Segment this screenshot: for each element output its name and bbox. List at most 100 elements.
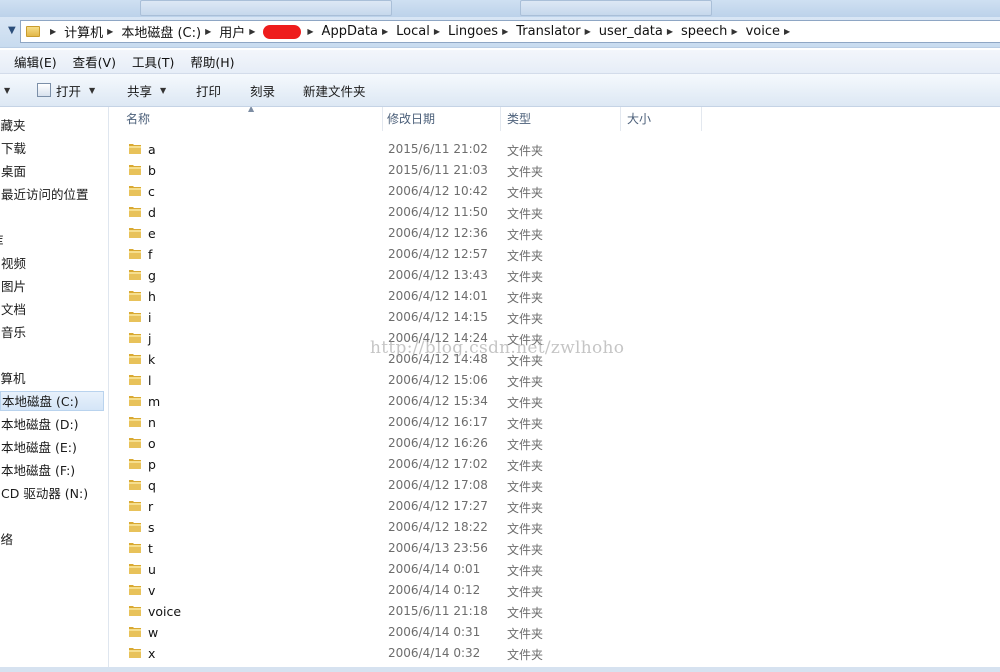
folder-icon (129, 228, 141, 238)
column-header-modified[interactable]: 修改日期 (379, 107, 501, 131)
breadcrumb-speech[interactable]: speech ▶ (681, 20, 746, 43)
folder-icon (129, 165, 141, 175)
nav-libraries[interactable]: 库 (0, 231, 4, 251)
nav-downloads[interactable]: 下载 (1, 139, 26, 159)
breadcrumb-appdata[interactable]: AppData ▶ (322, 20, 397, 43)
open-button[interactable]: 打开 ▼ (37, 81, 95, 99)
breadcrumb-chevron-icon[interactable]: ▶ (434, 27, 440, 36)
table-row[interactable]: o 2006/4/12 16:26 文件夹 (109, 433, 1000, 454)
breadcrumb-user-data[interactable]: user_data ▶ (599, 20, 681, 43)
open-icon (37, 83, 51, 97)
table-row[interactable]: voice 2015/6/11 21:18 文件夹 (109, 601, 1000, 622)
breadcrumb-users[interactable]: 用户 ▶ (219, 20, 263, 43)
table-row[interactable]: n 2006/4/12 16:17 文件夹 (109, 412, 1000, 433)
window-bottom-edge (0, 667, 1000, 672)
nav-favorites[interactable]: 收藏夹 (0, 116, 26, 136)
menu-help[interactable]: 帮助(H) (190, 52, 234, 71)
file-name: a (148, 142, 156, 157)
file-modified-date: 2006/4/13 23:56 (388, 541, 488, 555)
file-name: w (148, 625, 159, 640)
folder-icon (129, 564, 141, 574)
table-row[interactable]: m 2006/4/12 15:34 文件夹 (109, 391, 1000, 412)
nav-music[interactable]: 音乐 (1, 323, 26, 343)
breadcrumb-chevron-icon[interactable]: ▶ (784, 27, 790, 36)
breadcrumb-lingoes[interactable]: Lingoes ▶ (448, 20, 516, 43)
nav-network[interactable]: 网络 (0, 530, 13, 550)
nav-drive-f[interactable]: 本地磁盘 (F:) (1, 461, 75, 481)
breadcrumb-voice[interactable]: voice ▶ (746, 20, 799, 43)
burn-button[interactable]: 刻录 (250, 81, 275, 99)
nav-videos[interactable]: 视频 (1, 254, 26, 274)
table-row[interactable]: c 2006/4/12 10:42 文件夹 (109, 181, 1000, 202)
column-header-type[interactable]: 类型 (499, 107, 621, 131)
breadcrumb-chevron-icon[interactable]: ▶ (50, 27, 56, 36)
table-row[interactable]: d 2006/4/12 11:50 文件夹 (109, 202, 1000, 223)
table-row[interactable]: l 2006/4/12 15:06 文件夹 (109, 370, 1000, 391)
table-row[interactable]: g 2006/4/12 13:43 文件夹 (109, 265, 1000, 286)
table-row[interactable]: b 2015/6/11 21:03 文件夹 (109, 160, 1000, 181)
breadcrumb-local[interactable]: Local ▶ (396, 20, 448, 43)
table-row[interactable]: w 2006/4/14 0:31 文件夹 (109, 622, 1000, 643)
breadcrumb-computer[interactable]: 计算机 ▶ (64, 20, 121, 43)
folder-icon (129, 438, 141, 448)
file-modified-date: 2006/4/14 0:32 (388, 646, 481, 660)
nav-pictures[interactable]: 图片 (1, 277, 26, 297)
breadcrumb-username-redacted[interactable]: ▶ (263, 20, 321, 43)
table-row[interactable]: q 2006/4/12 17:08 文件夹 (109, 475, 1000, 496)
breadcrumb-chevron-icon[interactable]: ▶ (667, 27, 673, 36)
breadcrumb-chevron-icon[interactable]: ▶ (249, 27, 255, 36)
column-header-name[interactable]: 名称 (118, 107, 383, 131)
nav-drive-e[interactable]: 本地磁盘 (E:) (1, 438, 77, 458)
breadcrumb-translator[interactable]: Translator ▶ (516, 20, 598, 43)
menu-edit[interactable]: 编辑(E) (14, 52, 57, 71)
file-name: l (148, 373, 152, 388)
nav-recent-places[interactable]: 最近访问的位置 (1, 185, 89, 205)
file-type: 文件夹 (507, 438, 544, 452)
table-row[interactable]: u 2006/4/14 0:01 文件夹 (109, 559, 1000, 580)
table-row[interactable]: p 2006/4/12 17:02 文件夹 (109, 454, 1000, 475)
column-header-size[interactable]: 大小 (619, 107, 702, 131)
recent-pages-dropdown-icon[interactable]: ▼ (8, 26, 18, 36)
table-row[interactable]: f 2006/4/12 12:57 文件夹 (109, 244, 1000, 265)
share-button[interactable]: 共享 ▼ (127, 81, 166, 99)
breadcrumb-chevron-icon[interactable]: ▶ (107, 27, 113, 36)
table-row[interactable]: a 2015/6/11 21:02 文件夹 (109, 139, 1000, 160)
breadcrumb-drive-c[interactable]: 本地磁盘 (C:) ▶ (121, 20, 219, 43)
address-row: ▼ ▶ 计算机 ▶ 本地磁盘 (C:) ▶ 用户 ▶ ▶ AppData ▶ L… (0, 17, 1000, 48)
breadcrumb-chevron-icon[interactable]: ▶ (382, 27, 388, 36)
address-bar[interactable]: ▶ 计算机 ▶ 本地磁盘 (C:) ▶ 用户 ▶ ▶ AppData ▶ Loc… (20, 20, 1000, 43)
menu-view[interactable]: 查看(V) (73, 52, 116, 71)
file-type: 文件夹 (507, 627, 544, 641)
table-row[interactable]: e 2006/4/12 12:36 文件夹 (109, 223, 1000, 244)
file-modified-date: 2006/4/12 18:22 (388, 520, 488, 534)
table-row[interactable]: r 2006/4/12 17:27 文件夹 (109, 496, 1000, 517)
nav-drive-d[interactable]: 本地磁盘 (D:) (1, 415, 79, 435)
file-modified-date: 2006/4/12 15:34 (388, 394, 488, 408)
menu-tools[interactable]: 工具(T) (132, 52, 174, 71)
table-row[interactable]: t 2006/4/13 23:56 文件夹 (109, 538, 1000, 559)
print-button[interactable]: 打印 (196, 81, 221, 99)
nav-computer[interactable]: 计算机 (0, 369, 26, 389)
table-row[interactable]: i 2006/4/12 14:15 文件夹 (109, 307, 1000, 328)
breadcrumb-chevron-icon[interactable]: ▶ (205, 27, 211, 36)
nav-drive-c[interactable]: 本地磁盘 (C:) (0, 391, 104, 411)
file-type: 文件夹 (507, 144, 544, 158)
file-modified-date: 2006/4/14 0:12 (388, 583, 481, 597)
folder-icon (129, 543, 141, 553)
table-row[interactable]: v 2006/4/14 0:12 文件夹 (109, 580, 1000, 601)
breadcrumb-chevron-icon[interactable]: ▶ (731, 27, 737, 36)
breadcrumb-chevron-icon[interactable]: ▶ (585, 27, 591, 36)
chevron-down-icon: ▼ (89, 85, 96, 95)
table-row[interactable]: x 2006/4/14 0:32 文件夹 (109, 643, 1000, 664)
file-type: 文件夹 (507, 606, 544, 620)
new-folder-button[interactable]: 新建文件夹 (303, 81, 366, 99)
nav-desktop[interactable]: 桌面 (1, 162, 26, 182)
breadcrumb-chevron-icon[interactable]: ▶ (502, 27, 508, 36)
nav-documents[interactable]: 文档 (1, 300, 26, 320)
folder-icon (129, 270, 141, 280)
nav-drive-n[interactable]: CD 驱动器 (N:) (1, 484, 88, 504)
table-row[interactable]: h 2006/4/12 14:01 文件夹 (109, 286, 1000, 307)
table-row[interactable]: s 2006/4/12 18:22 文件夹 (109, 517, 1000, 538)
organize-dropdown[interactable]: ▼ (0, 81, 10, 99)
breadcrumb-chevron-icon[interactable]: ▶ (307, 27, 313, 36)
